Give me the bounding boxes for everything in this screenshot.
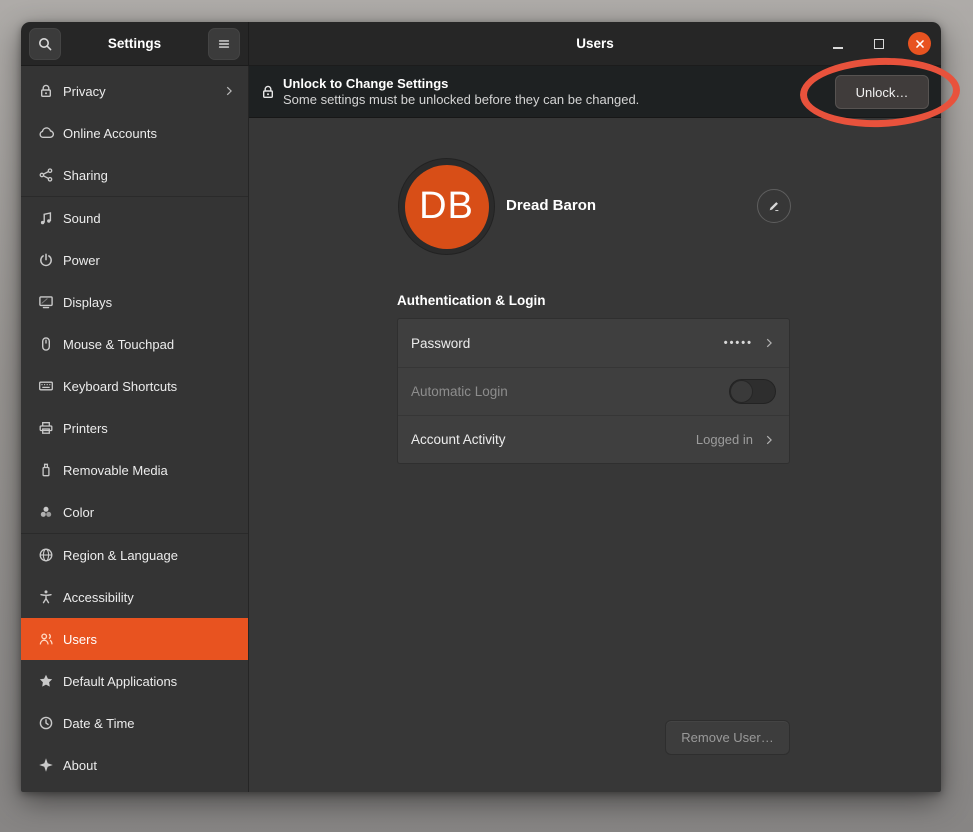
sidebar-item-label: Default Applications <box>63 674 236 689</box>
settings-window: Settings Users <box>21 22 941 792</box>
banner-subtitle: Some settings must be unlocked before th… <box>283 92 639 108</box>
account-activity-value: Logged in <box>696 432 753 447</box>
sidebar-item-sharing[interactable]: Sharing <box>21 154 248 196</box>
chevron-right-icon <box>762 433 776 447</box>
maximize-icon <box>874 39 884 49</box>
password-label: Password <box>411 336 724 351</box>
music-note-icon <box>38 210 54 226</box>
clock-icon <box>38 715 54 731</box>
display-icon <box>38 294 54 310</box>
sidebar-item-label: Date & Time <box>63 716 236 731</box>
minimize-icon <box>833 47 843 49</box>
sparkle-icon <box>38 757 54 773</box>
sidebar-item-label: Privacy <box>63 84 222 99</box>
maximize-button[interactable] <box>867 32 891 56</box>
sidebar-item-label: Power <box>63 253 236 268</box>
sidebar-item-accessibility[interactable]: Accessibility <box>21 576 248 618</box>
lock-icon <box>38 83 54 99</box>
sidebar-item-region-language[interactable]: Region & Language <box>21 534 248 576</box>
sidebar-item-privacy[interactable]: Privacy <box>21 70 248 112</box>
auth-section-title: Authentication & Login <box>397 293 545 308</box>
pencil-icon <box>767 199 781 213</box>
toggle-knob <box>730 380 753 403</box>
sidebar-item-label: Online Accounts <box>63 126 236 141</box>
user-name: Dread Baron <box>506 197 596 214</box>
sidebar-item-label: About <box>63 758 236 773</box>
keyboard-icon <box>38 378 54 394</box>
unlock-button[interactable]: Unlock… <box>835 75 929 109</box>
unlock-banner: Unlock to Change Settings Some settings … <box>249 66 941 118</box>
chevron-right-icon <box>222 84 236 98</box>
automatic-login-row: Automatic Login <box>398 367 789 415</box>
sidebar-item-printers[interactable]: Printers <box>21 407 248 449</box>
page-title: Users <box>576 36 614 51</box>
sidebar-item-keyboard-shortcuts[interactable]: Keyboard Shortcuts <box>21 365 248 407</box>
sidebar-item-sound[interactable]: Sound <box>21 197 248 239</box>
sidebar: Privacy Online Accounts Sharing Sound Po… <box>21 66 249 792</box>
mouse-icon <box>38 336 54 352</box>
banner-title: Unlock to Change Settings <box>283 75 639 92</box>
chevron-right-icon <box>762 336 776 350</box>
sidebar-item-label: Printers <box>63 421 236 436</box>
search-button[interactable] <box>29 28 61 60</box>
globe-icon <box>38 547 54 563</box>
sidebar-item-label: Keyboard Shortcuts <box>63 379 236 394</box>
sidebar-header: Settings <box>21 22 249 66</box>
sidebar-item-power[interactable]: Power <box>21 239 248 281</box>
hamburger-icon <box>217 37 231 51</box>
window-body: Privacy Online Accounts Sharing Sound Po… <box>21 66 941 792</box>
password-row[interactable]: Password ••••• <box>398 319 789 367</box>
sidebar-item-label: Displays <box>63 295 236 310</box>
sidebar-item-displays[interactable]: Displays <box>21 281 248 323</box>
window-controls <box>826 22 931 65</box>
sidebar-item-default-applications[interactable]: Default Applications <box>21 660 248 702</box>
avatar[interactable]: DB <box>398 158 495 255</box>
sidebar-item-mouse-touchpad[interactable]: Mouse & Touchpad <box>21 323 248 365</box>
users-icon <box>38 631 54 647</box>
automatic-login-label: Automatic Login <box>411 384 729 399</box>
sidebar-item-label: Accessibility <box>63 590 236 605</box>
sidebar-item-label: Sound <box>63 211 236 226</box>
close-icon <box>913 37 927 51</box>
auth-list: Password ••••• Automatic Login Account A… <box>397 318 790 464</box>
power-icon <box>38 252 54 268</box>
lock-icon <box>260 84 276 100</box>
cloud-icon <box>38 125 54 141</box>
sidebar-item-label: Removable Media <box>63 463 236 478</box>
avatar-initials: DB <box>405 165 489 249</box>
sidebar-item-online-accounts[interactable]: Online Accounts <box>21 112 248 154</box>
remove-user-button[interactable]: Remove User… <box>665 720 790 755</box>
edit-name-button[interactable] <box>757 189 791 223</box>
account-activity-row[interactable]: Account Activity Logged in <box>398 415 789 463</box>
users-panel: Unlock to Change Settings Some settings … <box>249 66 941 792</box>
main-header: Users <box>249 22 941 66</box>
minimize-button[interactable] <box>826 32 850 56</box>
sidebar-item-about[interactable]: About <box>21 744 248 786</box>
sidebar-item-label: Sharing <box>63 168 236 183</box>
sidebar-item-label: Region & Language <box>63 548 236 563</box>
sidebar-item-removable-media[interactable]: Removable Media <box>21 449 248 491</box>
sidebar-item-label: Color <box>63 505 236 520</box>
settings-title: Settings <box>108 36 161 51</box>
menu-button[interactable] <box>208 28 240 60</box>
printer-icon <box>38 420 54 436</box>
titlebar: Settings Users <box>21 22 941 66</box>
password-value: ••••• <box>724 337 753 349</box>
sidebar-item-color[interactable]: Color <box>21 491 248 533</box>
star-icon <box>38 673 54 689</box>
accessibility-icon <box>38 589 54 605</box>
sidebar-item-date-time[interactable]: Date & Time <box>21 702 248 744</box>
sidebar-item-users[interactable]: Users <box>21 618 248 660</box>
flash-drive-icon <box>38 462 54 478</box>
account-activity-label: Account Activity <box>411 432 696 447</box>
close-button[interactable] <box>908 32 931 55</box>
color-circles-icon <box>38 504 54 520</box>
share-icon <box>38 167 54 183</box>
automatic-login-toggle[interactable] <box>729 379 776 404</box>
sidebar-item-label: Users <box>63 632 236 647</box>
banner-text: Unlock to Change Settings Some settings … <box>283 75 639 108</box>
search-icon <box>37 36 53 52</box>
sidebar-item-label: Mouse & Touchpad <box>63 337 236 352</box>
